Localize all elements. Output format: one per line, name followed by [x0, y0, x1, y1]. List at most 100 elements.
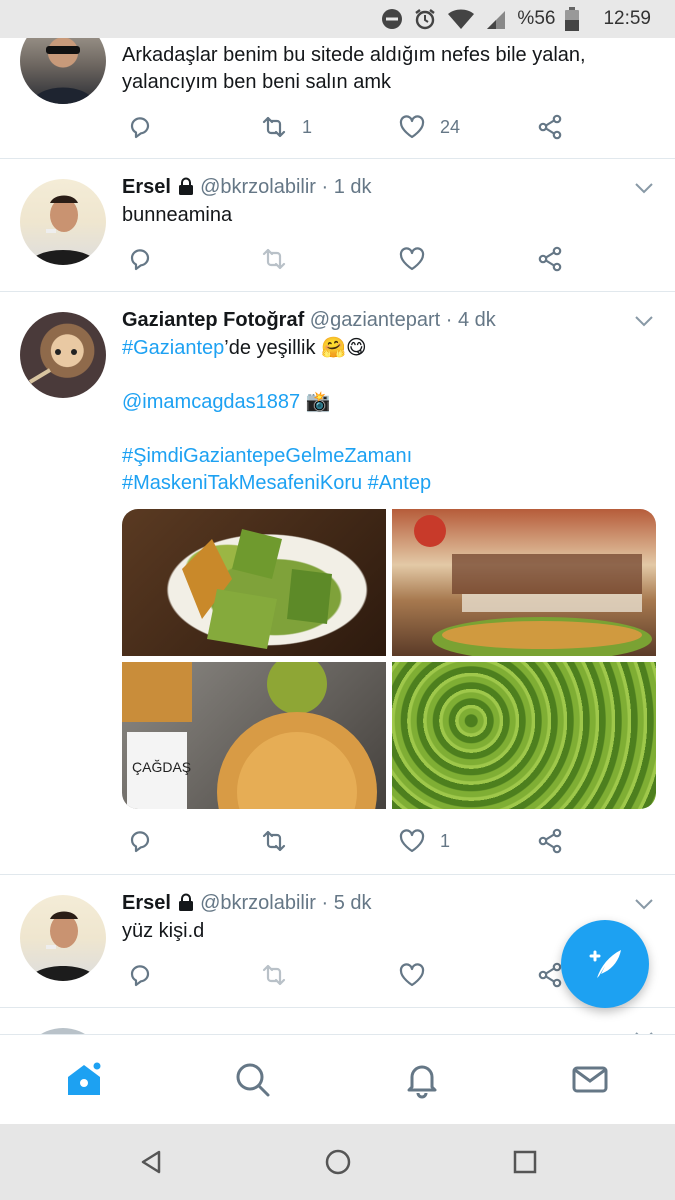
tweet[interactable]: Gaziantep Fotoğraf @gaziantepart · 4 dk … — [0, 292, 675, 875]
alarm-icon — [413, 7, 437, 31]
author-handle[interactable]: @bkrzolabilir — [200, 892, 316, 914]
mention-link[interactable]: @imamcagdas1887 — [122, 391, 300, 413]
tweet-time[interactable]: 4 dk — [458, 309, 496, 331]
like-icon — [399, 247, 425, 271]
like-icon — [399, 829, 425, 853]
like-count: 24 — [440, 116, 461, 137]
tweet-header: Gaziantep Fotoğraf @gaziantepart · 4 dk — [122, 307, 655, 333]
tweet-text-rest: ’de yeşillik 🤗😋 — [224, 337, 367, 359]
tweet[interactable]: Ersel @bkrzolabilir · 1 dk bunneamina — [0, 159, 675, 292]
messages-icon — [572, 1066, 608, 1093]
reply-button[interactable] — [126, 827, 154, 855]
tweet-text: Arkadaşlar benim bu sitede aldığım nefes… — [122, 44, 586, 93]
avatar[interactable] — [20, 179, 106, 265]
retweet-button[interactable] — [260, 961, 288, 989]
retweet-button[interactable] — [260, 827, 288, 855]
reply-icon — [130, 249, 150, 271]
battery-level: %56 — [517, 8, 556, 29]
recents-icon[interactable] — [511, 1148, 539, 1176]
reply-icon — [130, 117, 150, 139]
svg-text:ÇAĞDAŞ: ÇAĞDAŞ — [132, 759, 191, 775]
caret-down-icon[interactable] — [633, 310, 655, 332]
author-name[interactable]: Ersel — [122, 892, 171, 914]
retweet-icon — [262, 248, 286, 270]
compose-tweet-button[interactable] — [561, 920, 649, 1008]
retweet-button[interactable] — [260, 245, 288, 273]
tweet-time[interactable]: 1 dk — [334, 176, 372, 198]
reply-button[interactable] — [126, 113, 154, 141]
tweet-header: Ersel @bkrzolabilir · 1 dk — [122, 174, 655, 200]
reply-button[interactable] — [126, 961, 154, 989]
share-button[interactable] — [536, 827, 564, 855]
nav-search[interactable] — [232, 1059, 272, 1099]
tweet[interactable] — [0, 1008, 675, 1034]
share-button[interactable] — [536, 961, 564, 989]
search-icon — [236, 1063, 270, 1097]
separator: · — [321, 176, 329, 198]
dnd-icon — [381, 8, 403, 30]
compose-icon — [589, 950, 621, 978]
like-button[interactable] — [398, 961, 426, 989]
like-count: 1 — [440, 830, 451, 851]
like-icon — [399, 115, 425, 139]
camera-emoji: 📸 — [305, 391, 331, 413]
caret-down-icon[interactable] — [633, 177, 655, 199]
avatar[interactable] — [20, 312, 106, 398]
media-photo-restaurant[interactable] — [392, 509, 656, 656]
like-button[interactable]: 1 — [398, 827, 450, 855]
media-photo-baklava-tray[interactable]: ÇAĞDAŞ — [122, 662, 386, 809]
hashtag-link[interactable]: #MaskeniTakMesafeniKoru #Antep — [122, 470, 655, 497]
avatar[interactable] — [20, 895, 106, 981]
lock-icon — [178, 893, 193, 911]
bottom-navigation — [0, 1034, 675, 1124]
nav-messages[interactable] — [570, 1059, 610, 1099]
author-name[interactable]: Gaziantep Fotoğraf — [122, 309, 304, 331]
tweet-time[interactable]: 5 dk — [334, 892, 372, 914]
notifications-icon — [407, 1065, 437, 1099]
author-name[interactable]: Ersel — [122, 176, 171, 198]
tweet-text: #Gaziantep’de yeşillik 🤗😋 @imamcagdas188… — [122, 335, 655, 497]
share-button[interactable] — [536, 113, 564, 141]
avatar[interactable] — [20, 38, 106, 104]
author-handle[interactable]: @gaziantepart — [310, 309, 440, 331]
share-button[interactable] — [536, 245, 564, 273]
share-icon — [538, 962, 562, 988]
media-grid[interactable]: ÇAĞDAŞ — [122, 509, 656, 809]
status-bar: %56 12:59 — [0, 0, 675, 38]
tweet-text: bunneamina — [122, 204, 233, 226]
tweet[interactable]: Arkadaşlar benim bu sitede aldığım nefes… — [0, 38, 675, 159]
reply-icon — [130, 965, 150, 987]
battery-icon — [565, 7, 580, 31]
share-icon — [538, 828, 562, 854]
separator: · — [445, 309, 453, 331]
back-icon[interactable] — [137, 1148, 165, 1176]
retweet-icon — [262, 116, 286, 138]
system-navigation-bar — [0, 1124, 675, 1200]
timeline-feed[interactable]: Arkadaşlar benim bu sitede aldığım nefes… — [0, 38, 675, 1034]
lock-icon — [178, 177, 193, 195]
author-handle[interactable]: @bkrzolabilir — [200, 176, 316, 198]
hashtag-link[interactable]: #ŞimdiGaziantepeGelmeZamanı — [122, 443, 655, 470]
media-photo-baklava-plate[interactable] — [122, 509, 386, 656]
tweet-header: Ersel @bkrzolabilir · 5 dk — [122, 890, 655, 916]
clock: 12:59 — [603, 8, 651, 29]
retweet-count: 1 — [302, 116, 313, 137]
separator: · — [321, 892, 329, 914]
home-icon — [68, 1060, 103, 1095]
like-button[interactable] — [398, 245, 426, 273]
hashtag-link[interactable]: #Gaziantep — [122, 337, 224, 359]
like-button[interactable]: 24 — [398, 113, 460, 141]
wifi-icon — [447, 8, 475, 30]
retweet-icon — [262, 964, 286, 986]
home-circle-icon[interactable] — [324, 1148, 352, 1176]
caret-down-icon[interactable] — [633, 893, 655, 915]
media-photo-pistachio-closeup[interactable] — [392, 662, 656, 809]
retweet-button[interactable]: 1 — [260, 113, 312, 141]
nav-notifications[interactable] — [402, 1059, 442, 1099]
signal-icon — [485, 8, 507, 30]
share-icon — [538, 246, 562, 272]
caret-down-icon[interactable] — [633, 1026, 655, 1034]
retweet-icon — [262, 830, 286, 852]
reply-button[interactable] — [126, 245, 154, 273]
nav-home[interactable] — [64, 1059, 104, 1099]
